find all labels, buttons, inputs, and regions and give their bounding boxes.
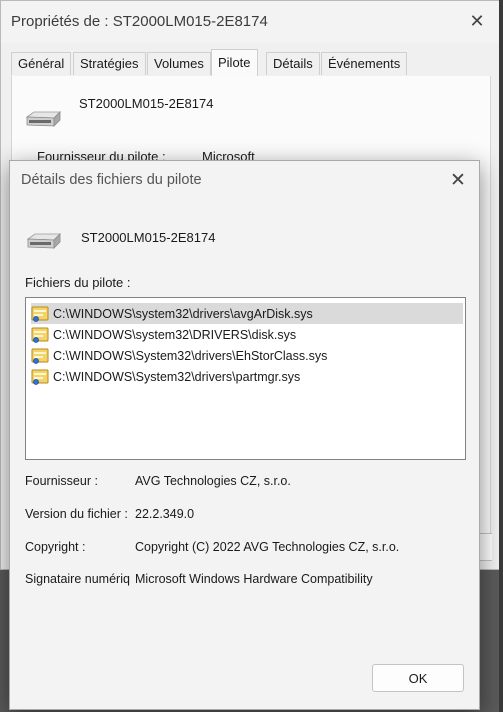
properties-window-title: Propriétés de : ST2000LM015-2E8174	[11, 13, 268, 30]
properties-tabs: Général Stratégies Volumes Pilote Détail…	[11, 49, 489, 77]
window-edge-strip	[499, 0, 503, 712]
driver-file-path: C:\WINDOWS\system32\drivers\avgArDisk.sy…	[53, 306, 313, 321]
dialog-title: Détails des fichiers du pilote	[21, 172, 202, 188]
driver-file-icon	[31, 306, 49, 322]
hidden-button-edge	[479, 533, 492, 561]
provider-label: Fournisseur :	[25, 474, 98, 488]
device-name: ST2000LM015-2E8174	[79, 96, 214, 111]
tab-volumes[interactable]: Volumes	[147, 52, 211, 75]
driver-file-details-dialog: Détails des fichiers du pilote ✕ ST2000L…	[9, 160, 480, 710]
list-item[interactable]: C:\WINDOWS\system32\drivers\avgArDisk.sy…	[31, 303, 463, 324]
list-item[interactable]: C:\WINDOWS\System32\drivers\partmgr.sys	[31, 366, 463, 387]
driver-file-path: C:\WINDOWS\System32\drivers\partmgr.sys	[53, 369, 301, 384]
driver-file-path: C:\WINDOWS\System32\drivers\EhStorClass.…	[53, 348, 328, 363]
tab-driver[interactable]: Pilote	[211, 49, 258, 76]
driver-files-list[interactable]: C:\WINDOWS\system32\drivers\avgArDisk.sy…	[25, 297, 466, 460]
driver-files-label: Fichiers du pilote :	[25, 275, 131, 290]
list-item[interactable]: C:\WINDOWS\System32\drivers\EhStorClass.…	[31, 345, 463, 366]
driver-file-icon	[31, 348, 49, 364]
provider-value: AVG Technologies CZ, s.r.o.	[135, 474, 291, 488]
copyright-value: Copyright (C) 2022 AVG Technologies CZ, …	[135, 540, 400, 554]
device-name: ST2000LM015-2E8174	[81, 230, 216, 245]
tab-events[interactable]: Événements	[321, 52, 408, 75]
tab-strategies[interactable]: Stratégies	[73, 52, 146, 75]
ok-button[interactable]: OK	[372, 664, 464, 692]
driver-file-path: C:\WINDOWS\system32\DRIVERS\disk.sys	[53, 327, 297, 342]
file-version-label: Version du fichier :	[25, 507, 128, 521]
file-version-value: 22.2.349.0	[135, 507, 195, 521]
list-item[interactable]: C:\WINDOWS\system32\DRIVERS\disk.sys	[31, 324, 463, 345]
close-icon[interactable]: ✕	[467, 11, 487, 31]
hard-drive-icon	[25, 111, 61, 127]
hard-drive-icon	[26, 233, 61, 249]
driver-file-icon	[31, 369, 49, 385]
copyright-label: Copyright :	[25, 540, 86, 554]
close-icon[interactable]: ✕	[447, 170, 469, 192]
digital-signer-value: Microsoft Windows Hardware Compatibility	[135, 572, 373, 586]
driver-file-icon	[31, 327, 49, 343]
tab-general[interactable]: Général	[11, 52, 72, 75]
dialog-title-bar: Détails des fichiers du pilote ✕	[10, 161, 479, 201]
digital-signer-label: Signataire numériq	[25, 572, 130, 586]
properties-title-bar: Propriétés de : ST2000LM015-2E8174 ✕	[1, 1, 499, 43]
tab-details[interactable]: Détails	[266, 52, 320, 75]
